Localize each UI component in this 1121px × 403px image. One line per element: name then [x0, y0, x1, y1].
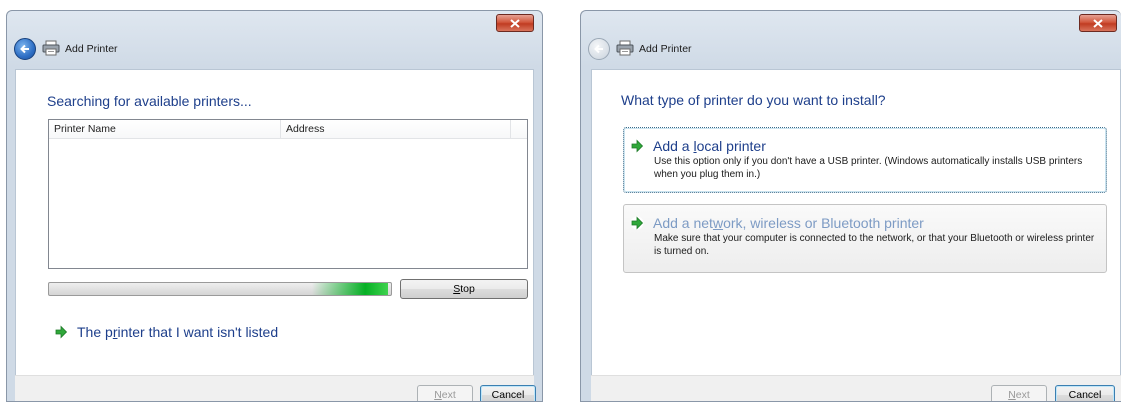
column-header-printer-name[interactable]: Printer Name — [49, 120, 281, 138]
wizard-footer: Next Cancel — [15, 375, 536, 401]
green-arrow-icon — [630, 216, 644, 230]
back-arrow-icon — [20, 44, 29, 54]
printer-not-listed-label: The printer that I want isn't listed — [77, 324, 279, 340]
back-button[interactable] — [14, 38, 36, 60]
cancel-button[interactable]: Cancel — [1055, 385, 1115, 401]
option-add-network-printer[interactable]: Add a network, wireless or Bluetooth pri… — [623, 204, 1107, 273]
page-heading: What type of printer do you want to inst… — [621, 92, 886, 108]
printer-icon — [42, 40, 60, 56]
next-button[interactable]: Next — [991, 385, 1047, 401]
printer-not-listed-link[interactable]: The printer that I want isn't listed — [54, 324, 278, 340]
progress-glow — [312, 283, 388, 295]
option-title: Add a network, wireless or Bluetooth pri… — [653, 215, 924, 231]
option-add-local-printer[interactable]: Add a local printer Use this option only… — [623, 127, 1107, 193]
green-arrow-icon — [630, 139, 644, 153]
wizard-footer: Next Cancel — [591, 375, 1121, 401]
option-title: Add a local printer — [653, 138, 766, 154]
option-description: Use this option only if you don't have a… — [654, 156, 1083, 180]
printer-icon — [616, 40, 634, 56]
stop-label-post: top — [460, 283, 475, 295]
back-arrow-icon — [594, 44, 603, 54]
cancel-button[interactable]: Cancel — [480, 385, 536, 401]
column-header-address[interactable]: Address — [281, 120, 511, 138]
option-description: Make sure that your computer is connecte… — [654, 233, 1095, 257]
list-header: Printer Name Address — [49, 120, 527, 139]
green-arrow-icon — [54, 325, 68, 339]
stop-button[interactable]: Stop — [400, 279, 528, 299]
column-header-filler — [511, 120, 527, 138]
wizard-content: What type of printer do you want to inst… — [591, 69, 1121, 375]
page-heading: Searching for available printers... — [47, 93, 252, 109]
search-progress-bar — [48, 282, 392, 296]
wizard-content: Searching for available printers... Prin… — [15, 69, 534, 375]
window-title: Add Printer — [65, 43, 118, 55]
close-button[interactable] — [1079, 14, 1117, 32]
close-button[interactable] — [496, 14, 534, 32]
printer-list[interactable]: Printer Name Address — [48, 119, 528, 269]
close-icon — [1093, 18, 1103, 28]
back-button[interactable] — [588, 38, 610, 60]
add-printer-window-type: Add Printer What type of printer do you … — [580, 10, 1121, 402]
window-title: Add Printer — [639, 43, 692, 55]
stop-label-key: S — [453, 283, 461, 295]
close-icon — [510, 18, 520, 28]
next-button[interactable]: Next — [417, 385, 473, 401]
add-printer-window-searching: Add Printer Searching for available prin… — [6, 10, 543, 402]
